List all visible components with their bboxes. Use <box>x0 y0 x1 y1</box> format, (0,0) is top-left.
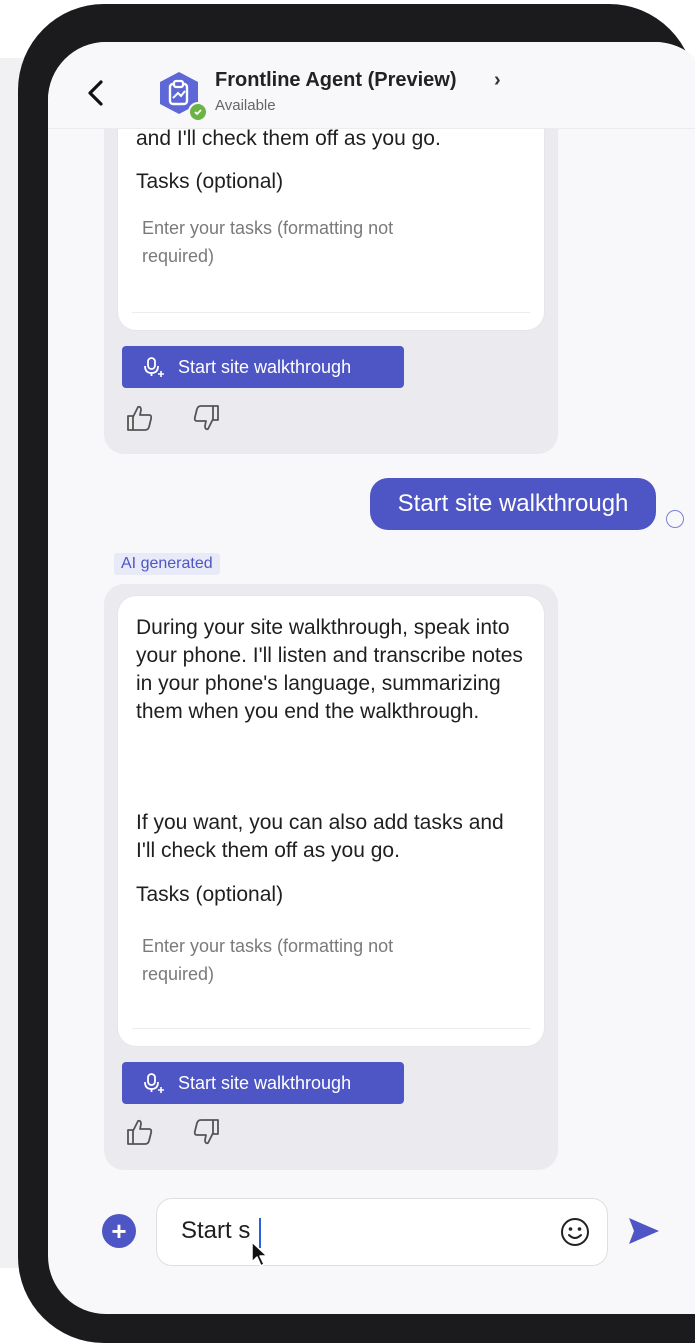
tasks-input[interactable]: Enter your tasks (formatting not require… <box>142 214 442 270</box>
agent-avatar[interactable] <box>156 70 208 122</box>
start-walkthrough-label: Start site walkthrough <box>178 356 352 377</box>
microphone-icon <box>144 1073 164 1093</box>
thumbs-down-icon[interactable] <box>190 402 222 434</box>
tasks-label: Tasks (optional) <box>136 883 284 906</box>
agent-name[interactable]: Frontline Agent (Preview) <box>215 69 457 92</box>
tasks-input[interactable]: Enter your tasks (formatting not require… <box>142 932 442 988</box>
bot-message-2: During your site walkthrough, speak into… <box>104 584 558 1170</box>
card-text-partial: and I'll check them off as you go. <box>136 127 441 150</box>
phone-frame: Frontline Agent (Preview) › Available an… <box>18 4 695 1343</box>
thumbs-up-icon[interactable] <box>124 402 156 434</box>
user-message: Start site walkthrough <box>370 478 656 530</box>
thumbs-down-icon[interactable] <box>190 1116 222 1148</box>
chat-screen: Frontline Agent (Preview) › Available an… <box>48 42 695 1314</box>
start-walkthrough-button[interactable]: Start site walkthrough <box>122 346 404 388</box>
input-divider <box>132 1028 530 1029</box>
start-walkthrough-button[interactable]: Start site walkthrough <box>122 1062 404 1104</box>
microphone-icon <box>144 357 164 377</box>
bot-message-1: and I'll check them off as you go. Tasks… <box>104 72 558 454</box>
mouse-pointer-icon <box>251 1241 268 1267</box>
input-divider <box>132 312 530 313</box>
message-input-text: Start s <box>181 1217 251 1244</box>
chat-header: Frontline Agent (Preview) › Available <box>48 42 695 129</box>
card-paragraph-2: If you want, you can also add tasks and … <box>136 811 504 862</box>
thumbs-up-icon[interactable] <box>124 1116 156 1148</box>
available-status-icon <box>188 102 208 122</box>
emoji-icon[interactable] <box>558 1215 592 1249</box>
agent-status: Available <box>215 97 276 114</box>
adaptive-card-2: During your site walkthrough, speak into… <box>118 596 544 1046</box>
card-paragraph-1: During your site walkthrough, speak into… <box>136 616 523 723</box>
message-input[interactable]: Start s <box>156 1198 608 1266</box>
read-receipt-icon <box>666 510 684 528</box>
agent-details-chevron[interactable]: › <box>494 69 501 92</box>
send-icon[interactable] <box>626 1214 662 1248</box>
start-walkthrough-label: Start site walkthrough <box>178 1072 352 1093</box>
ai-generated-badge: AI generated <box>114 553 220 575</box>
plus-button[interactable]: + <box>102 1214 136 1248</box>
tasks-label: Tasks (optional) <box>136 170 284 193</box>
chevron-left-icon <box>88 80 103 106</box>
back-button[interactable] <box>82 78 108 108</box>
plus-icon: + <box>111 1215 127 1246</box>
